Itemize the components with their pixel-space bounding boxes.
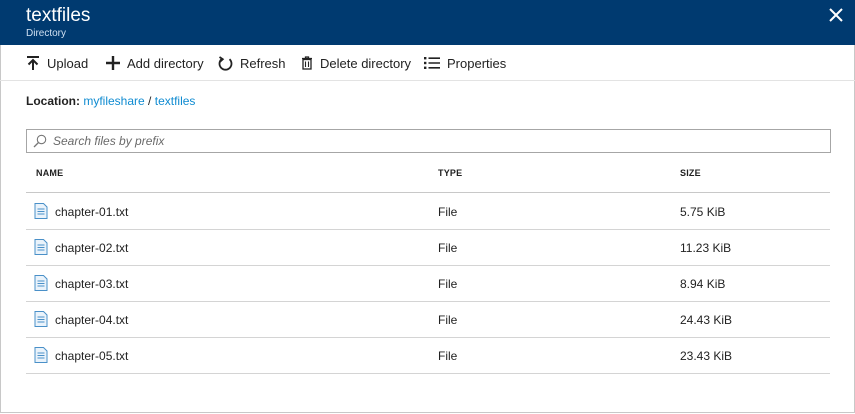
blade-header: textfiles Directory xyxy=(0,0,855,45)
command-bar: Upload Add directory Refresh Delete dire… xyxy=(0,45,855,81)
location-label: Location: xyxy=(26,94,80,108)
add-directory-button[interactable]: Add directory xyxy=(106,53,204,73)
breadcrumb-link-share[interactable]: myfileshare xyxy=(83,94,144,108)
file-icon xyxy=(34,311,48,327)
blade-title: textfiles xyxy=(26,5,91,26)
column-header-name[interactable]: NAME xyxy=(36,168,63,178)
file-name: chapter-05.txt xyxy=(55,349,129,363)
breadcrumb-link-directory[interactable]: textfiles xyxy=(155,94,196,108)
search-box xyxy=(26,129,831,153)
file-icon xyxy=(34,239,48,255)
file-icon xyxy=(34,203,48,219)
table-header: NAME TYPE SIZE xyxy=(26,156,830,193)
refresh-icon xyxy=(218,55,233,70)
delete-directory-label: Delete directory xyxy=(320,55,412,71)
file-type: File xyxy=(438,205,458,219)
breadcrumb: Location: myfileshare / textfiles xyxy=(26,94,195,108)
file-icon xyxy=(34,347,48,363)
refresh-label: Refresh xyxy=(240,55,286,71)
table-row[interactable]: chapter-01.txt File 5.75 KiB xyxy=(26,193,830,230)
file-size: 23.43 KiB xyxy=(680,349,733,363)
file-type: File xyxy=(438,241,458,255)
add-directory-label: Add directory xyxy=(127,55,204,71)
refresh-button[interactable]: Refresh xyxy=(218,53,286,73)
properties-button[interactable]: Properties xyxy=(424,53,506,73)
file-size: 8.94 KiB xyxy=(680,277,726,291)
search-icon xyxy=(33,134,47,148)
properties-label: Properties xyxy=(447,55,507,71)
file-type: File xyxy=(438,277,458,291)
file-name: chapter-02.txt xyxy=(55,241,129,255)
file-type: File xyxy=(438,313,458,327)
table-row[interactable]: chapter-04.txt File 24.43 KiB xyxy=(26,301,830,338)
file-name: chapter-01.txt xyxy=(55,205,129,219)
file-name: chapter-03.txt xyxy=(55,277,129,291)
file-size: 24.43 KiB xyxy=(680,313,733,327)
file-type: File xyxy=(438,349,458,363)
column-header-type[interactable]: TYPE xyxy=(438,168,462,178)
search-input[interactable] xyxy=(53,130,823,152)
table-row[interactable]: chapter-02.txt File 11.23 KiB xyxy=(26,229,830,266)
table-row[interactable]: chapter-05.txt File 23.43 KiB xyxy=(26,337,830,374)
table-row[interactable]: chapter-03.txt File 8.94 KiB xyxy=(26,265,830,302)
upload-icon xyxy=(27,56,39,70)
close-button[interactable] xyxy=(827,6,845,24)
delete-directory-button[interactable]: Delete directory xyxy=(301,53,411,73)
file-name: chapter-04.txt xyxy=(55,313,129,327)
properties-icon xyxy=(424,57,440,69)
upload-label: Upload xyxy=(47,55,89,71)
upload-button[interactable]: Upload xyxy=(26,53,88,73)
file-size: 11.23 KiB xyxy=(680,241,732,255)
file-icon xyxy=(34,275,48,291)
close-icon xyxy=(829,8,843,22)
file-size: 5.75 KiB xyxy=(680,205,726,219)
breadcrumb-separator: / xyxy=(148,94,152,108)
column-header-size[interactable]: SIZE xyxy=(680,168,701,178)
blade-subtitle: Directory xyxy=(26,28,67,39)
add-icon xyxy=(106,56,120,70)
trash-icon xyxy=(302,56,312,70)
